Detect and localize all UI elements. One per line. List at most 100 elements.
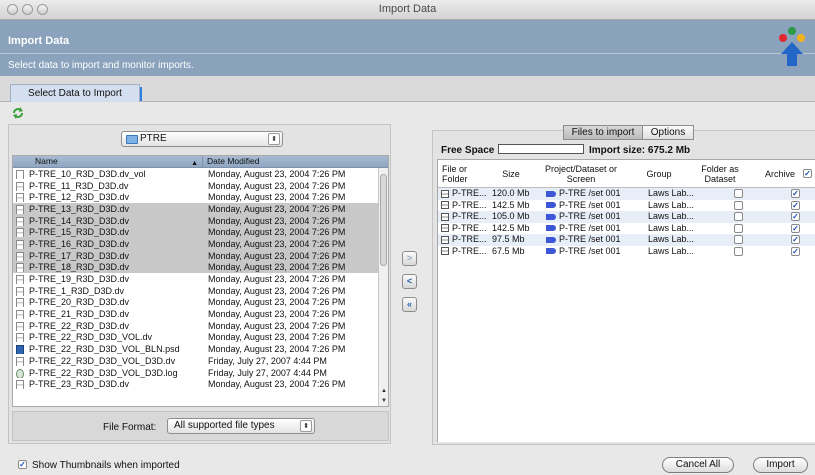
- file-list-header: Name ▲ Date Modified: [13, 156, 388, 168]
- scroll-down-icon[interactable]: ▼: [379, 398, 388, 404]
- remove-from-queue-button[interactable]: <: [402, 274, 417, 289]
- column-header-size[interactable]: Size: [496, 169, 526, 179]
- column-header-folder-as-dataset[interactable]: Folder as Dataset: [696, 164, 744, 184]
- column-header-project[interactable]: Project/Dataset or Screen: [542, 164, 620, 184]
- archive-checkbox[interactable]: ✓: [791, 200, 800, 210]
- import-project: P-TRE /set 001: [546, 200, 621, 212]
- remove-arrow-icon: <: [406, 276, 413, 286]
- file-row[interactable]: P-TRE_22_R3D_D3D_VOL_D3D.dv Friday, July …: [13, 355, 388, 367]
- dropdown-stepper-icon: ⬍: [300, 420, 312, 432]
- import-table-header: File or Folder Size Project/Dataset or S…: [438, 160, 815, 188]
- dv-icon: [16, 333, 24, 343]
- column-header-archive[interactable]: Archive: [760, 169, 800, 179]
- free-space-bar: [498, 144, 584, 154]
- file-row[interactable]: P-TRE_1_R3D_D3D.dv Monday, August 23, 200…: [13, 285, 388, 297]
- scrollbar-thumb[interactable]: [380, 174, 387, 266]
- sort-ascending-icon: ▲: [191, 160, 198, 167]
- cancel-all-button[interactable]: Cancel All: [662, 457, 734, 473]
- log-icon: [16, 368, 24, 378]
- file-date: Monday, August 23, 2004 7:26 PM: [208, 309, 346, 320]
- file-row[interactable]: P-TRE_22_R3D_D3D_VOL.dv Monday, August 23…: [13, 332, 388, 344]
- import-project: P-TRE /set 001: [546, 223, 621, 235]
- file-format-value: All supported file types: [174, 420, 275, 431]
- file-list-scrollbar[interactable]: ▲ ▼: [378, 168, 388, 406]
- tab-strip: Select Data to Import: [0, 76, 815, 102]
- scroll-up-icon[interactable]: ▲: [379, 388, 388, 394]
- file-date: Monday, August 23, 2004 7:26 PM: [208, 285, 346, 296]
- archive-checkbox[interactable]: ✓: [791, 235, 800, 244]
- file-table-icon: [441, 247, 449, 256]
- file-row[interactable]: P-TRE_21_R3D_D3D.dv Monday, August 23, 20…: [13, 308, 388, 320]
- file-row[interactable]: P-TRE_15_R3D_D3D.dv Monday, August 23, 20…: [13, 226, 388, 239]
- import-button[interactable]: Import: [753, 457, 808, 473]
- file-date: Friday, July 27, 2007 4:44 PM: [208, 355, 327, 366]
- file-name: P-TRE_22_R3D_D3D_VOL_BLN.psd: [13, 344, 203, 355]
- archive-checkbox[interactable]: ✓: [791, 189, 800, 198]
- archive-checkbox[interactable]: ✓: [791, 223, 800, 233]
- file-list: Name ▲ Date Modified P-TRE_10_R3D_D3D.dv_…: [12, 155, 389, 407]
- column-header-name[interactable]: Name ▲: [13, 156, 203, 167]
- archive-all-checkbox[interactable]: ✓: [803, 169, 812, 178]
- file-row[interactable]: P-TRE_14_R3D_D3D.dv Monday, August 23, 20…: [13, 214, 388, 227]
- refresh-icon[interactable]: [11, 106, 25, 120]
- column-header-file[interactable]: File or Folder: [442, 164, 474, 184]
- tab-files-to-import[interactable]: Files to import: [563, 125, 643, 140]
- file-row[interactable]: P-TRE_22_R3D_D3D_VOL_BLN.psd Monday, Augu…: [13, 343, 388, 355]
- remove-all-button[interactable]: «: [402, 297, 417, 312]
- folder-icon: [126, 135, 138, 144]
- folder-as-dataset-checkbox[interactable]: [734, 246, 743, 256]
- file-row[interactable]: P-TRE_20_R3D_D3D.dv Monday, August 23, 20…: [13, 297, 388, 309]
- file-date: Monday, August 23, 2004 7:26 PM: [208, 274, 346, 285]
- column-header-date[interactable]: Date Modified: [203, 156, 388, 167]
- folder-as-dataset-checkbox[interactable]: [734, 223, 743, 233]
- import-group: Laws Lab...: [648, 245, 695, 256]
- file-row[interactable]: P-TRE_22_R3D_D3D.dv Monday, August 23, 20…: [13, 320, 388, 332]
- archive-checkbox[interactable]: ✓: [791, 212, 800, 221]
- file-row[interactable]: P-TRE_13_R3D_D3D.dv Monday, August 23, 20…: [13, 203, 388, 215]
- file-row[interactable]: P-TRE_10_R3D_D3D.dv_vol Monday, August 23…: [13, 168, 388, 180]
- header-divider: [0, 53, 815, 54]
- tab-options[interactable]: Options: [642, 125, 694, 140]
- import-row[interactable]: P-TRE... 97.5 Mb P-TRE /set 001 Laws Lab...…: [438, 234, 815, 246]
- file-row[interactable]: P-TRE_12_R3D_D3D.dv Monday, August 23, 20…: [13, 191, 388, 203]
- file-date: Monday, August 23, 2004 7:26 PM: [208, 168, 346, 179]
- import-project: P-TRE /set 001: [546, 234, 621, 246]
- project-arrow-icon: [546, 190, 556, 197]
- import-size: 105.0 Mb: [492, 211, 530, 221]
- file-row[interactable]: P-TRE_17_R3D_D3D.dv Monday, August 23, 20…: [13, 249, 388, 262]
- file-row[interactable]: P-TRE_18_R3D_D3D.dv Monday, August 23, 20…: [13, 261, 388, 274]
- import-size-label: Import size: 675.2 Mb: [589, 145, 691, 156]
- folder-as-dataset-checkbox[interactable]: [734, 235, 743, 244]
- archive-checkbox[interactable]: ✓: [791, 246, 800, 256]
- app-logo-icon: [779, 27, 805, 66]
- file-row[interactable]: P-TRE_11_R3D_D3D.dv Monday, August 23, 20…: [13, 180, 388, 192]
- file-name: P-TRE_19_R3D_D3D.dv: [13, 274, 203, 285]
- tab-select-data[interactable]: Select Data to Import: [10, 84, 142, 102]
- add-to-queue-button[interactable]: >: [402, 251, 417, 266]
- file-row[interactable]: P-TRE_22_R3D_D3D_VOL_D3D.log Friday, July…: [13, 367, 388, 379]
- file-date: Monday, August 23, 2004 7:26 PM: [208, 332, 346, 343]
- column-header-group[interactable]: Group: [642, 169, 676, 179]
- file-row[interactable]: P-TRE_16_R3D_D3D.dv Monday, August 23, 20…: [13, 238, 388, 250]
- file-row[interactable]: P-TRE_23_R3D_D3D.dv Monday, August 23, 20…: [13, 378, 388, 390]
- project-arrow-icon: [546, 236, 556, 243]
- import-row[interactable]: P-TRE... 142.5 Mb P-TRE /set 001 Laws Lab..…: [438, 200, 815, 212]
- import-row[interactable]: P-TRE... 105.0 Mb P-TRE /set 001 Laws Lab..…: [438, 211, 815, 223]
- dv-icon: [16, 228, 24, 238]
- import-row[interactable]: P-TRE... 142.5 Mb P-TRE /set 001 Laws Lab..…: [438, 223, 815, 235]
- file-row[interactable]: P-TRE_19_R3D_D3D.dv Monday, August 23, 20…: [13, 273, 388, 285]
- folder-dropdown[interactable]: PTRE ⬍: [121, 131, 283, 147]
- import-project: P-TRE /set 001: [546, 246, 621, 258]
- import-group: Laws Lab...: [648, 234, 695, 244]
- folder-as-dataset-checkbox[interactable]: [734, 200, 743, 210]
- project-arrow-icon: [546, 202, 556, 209]
- folder-as-dataset-checkbox[interactable]: [734, 189, 743, 198]
- import-row[interactable]: P-TRE... 120.0 Mb P-TRE /set 001 Laws Lab..…: [438, 188, 815, 200]
- dv-icon: [16, 356, 24, 366]
- folder-as-dataset-checkbox[interactable]: [734, 212, 743, 221]
- show-thumbnails-checkbox[interactable]: ✓: [18, 460, 27, 469]
- file-format-dropdown[interactable]: All supported file types ⬍: [167, 418, 315, 434]
- file-name: P-TRE_22_R3D_D3D_VOL_D3D.dv: [13, 356, 203, 366]
- import-project: P-TRE /set 001: [546, 211, 621, 223]
- import-row[interactable]: P-TRE... 67.5 Mb P-TRE /set 001 Laws Lab...…: [438, 246, 815, 258]
